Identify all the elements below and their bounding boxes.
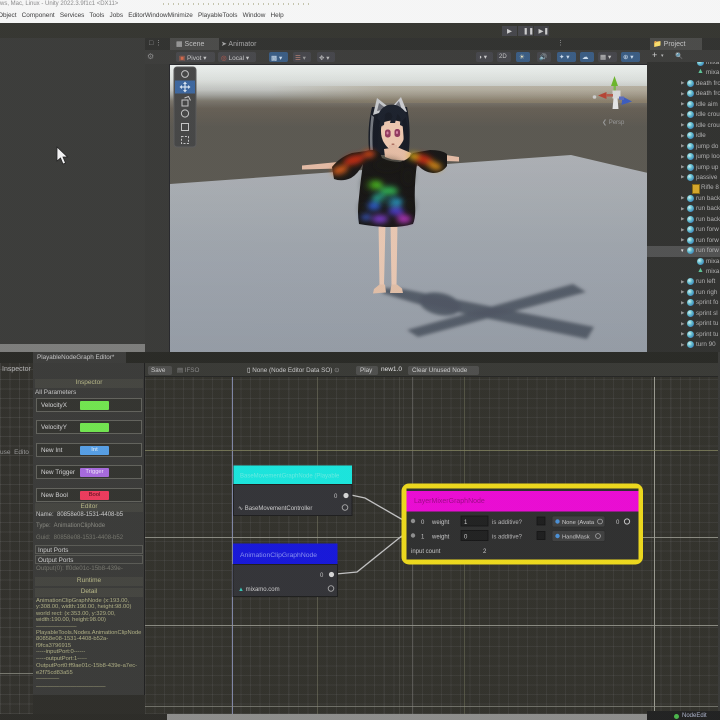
svg-text:weight: weight — [431, 535, 450, 541]
svg-text:is additive?: is additive? — [492, 535, 523, 541]
svg-text:AnimationClipGraphNode: AnimationClipGraphNode — [240, 552, 317, 559]
svg-text:weight: weight — [431, 520, 450, 526]
svg-text:input count: input count — [411, 549, 441, 555]
svg-text:is additive?: is additive? — [492, 520, 523, 526]
svg-text:❮ Persp: ❮ Persp — [602, 119, 625, 126]
svg-text:▲ mixamo.com: ▲ mixamo.com — [238, 587, 280, 593]
svg-text:BaseMovementGraphNode (Playabl: BaseMovementGraphNode (Playable — [240, 474, 340, 480]
svg-text:∿ BaseMovementController: ∿ BaseMovementController — [238, 506, 312, 512]
svg-text:LayerMixerGraphNode: LayerMixerGraphNode — [414, 498, 485, 505]
svg-text:HandMask: HandMask — [562, 535, 590, 541]
svg-text:None (Avata: None (Avata — [562, 520, 595, 526]
